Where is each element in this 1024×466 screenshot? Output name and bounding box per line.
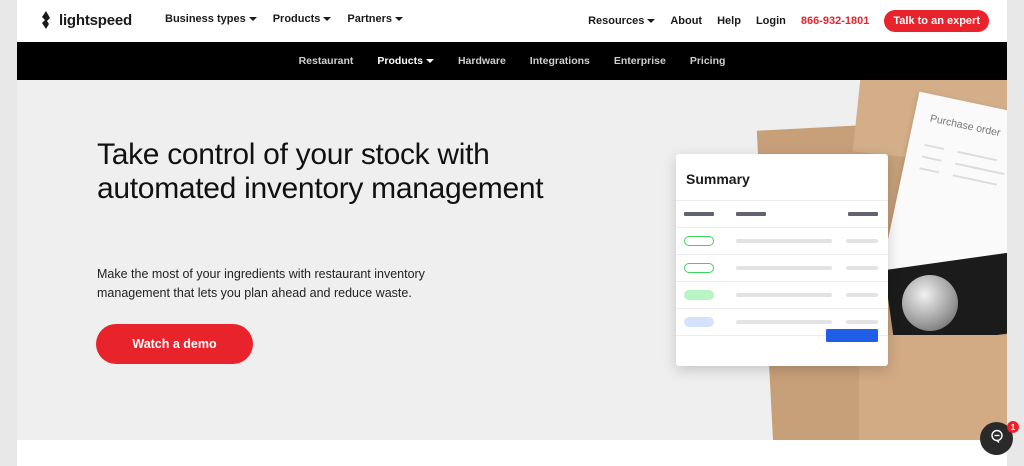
nav-partners[interactable]: Partners xyxy=(347,13,404,25)
summary-action-button[interactable] xyxy=(826,329,878,342)
flame-icon xyxy=(39,11,53,29)
scale-knob xyxy=(902,275,958,331)
summary-header-bar xyxy=(736,212,766,216)
nav-primary: Business types Products Partners xyxy=(165,13,404,25)
subnav-restaurant[interactable]: Restaurant xyxy=(299,55,354,67)
chat-bubble-icon xyxy=(990,429,1004,448)
subnav-pricing[interactable]: Pricing xyxy=(690,55,726,67)
summary-card: Summary xyxy=(676,154,888,366)
row-bar xyxy=(846,320,878,324)
summary-divider xyxy=(676,254,888,255)
subnav-integrations[interactable]: Integrations xyxy=(530,55,590,67)
row-bar xyxy=(736,266,832,270)
hero-section: Take control of your stock with automate… xyxy=(17,80,1007,440)
status-pill xyxy=(684,290,714,300)
doc-line xyxy=(955,162,1005,175)
nav-about[interactable]: About xyxy=(670,15,702,27)
row-bar xyxy=(846,293,878,297)
doc-line xyxy=(957,150,998,162)
talk-to-expert-button[interactable]: Talk to an expert xyxy=(884,10,989,32)
chevron-down-icon xyxy=(323,17,332,21)
subnav-enterprise[interactable]: Enterprise xyxy=(614,55,666,67)
row-bar xyxy=(846,266,878,270)
nav-login[interactable]: Login xyxy=(756,15,786,27)
watch-demo-button[interactable]: Watch a demo xyxy=(96,324,253,364)
row-bar xyxy=(736,239,832,243)
status-pill xyxy=(684,317,714,327)
chevron-down-icon xyxy=(395,17,404,21)
nav-products[interactable]: Products xyxy=(273,13,332,25)
nav-help[interactable]: Help xyxy=(717,15,741,27)
doc-line xyxy=(924,143,945,150)
nav-partners-label: Partners xyxy=(347,13,393,25)
nav-secondary: Resources About Help Login 866-932-1801 … xyxy=(588,10,989,32)
doc-line xyxy=(952,174,997,186)
nav-business-types[interactable]: Business types xyxy=(165,13,257,25)
subnav-products-label: Products xyxy=(377,55,423,67)
chevron-down-icon xyxy=(248,17,257,21)
top-nav: lightspeed Business types Products Partn… xyxy=(17,0,1007,42)
doc-line xyxy=(921,155,942,162)
summary-header-bar xyxy=(848,212,878,216)
chevron-down-icon xyxy=(425,59,434,63)
purchase-order-label: Purchase order xyxy=(928,112,1002,140)
subnav-products[interactable]: Products xyxy=(377,55,434,67)
summary-header-bar xyxy=(684,212,714,216)
sub-nav: Restaurant Products Hardware Integration… xyxy=(17,42,1007,80)
summary-divider xyxy=(676,308,888,309)
summary-divider xyxy=(676,200,888,201)
hero-description: Make the most of your ingredients with r… xyxy=(97,267,425,300)
nav-business-types-label: Business types xyxy=(165,13,246,25)
row-bar xyxy=(846,239,878,243)
nav-products-label: Products xyxy=(272,13,321,25)
chat-notification-badge: 1 xyxy=(1007,421,1019,433)
nav-resources[interactable]: Resources xyxy=(588,15,656,27)
doc-line xyxy=(919,167,940,174)
row-bar xyxy=(736,320,832,324)
summary-divider xyxy=(676,227,888,228)
nav-resources-label: Resources xyxy=(588,15,645,27)
page: lightspeed Business types Products Partn… xyxy=(17,0,1007,466)
row-bar xyxy=(736,293,832,297)
summary-divider xyxy=(676,281,888,282)
lightspeed-logo[interactable]: lightspeed xyxy=(39,11,132,29)
hero-title: Take control of your stock with automate… xyxy=(97,138,544,205)
subnav-hardware[interactable]: Hardware xyxy=(458,55,506,67)
status-pill xyxy=(684,236,714,246)
phone-link[interactable]: 866-932-1801 xyxy=(801,15,870,27)
brand-name: lightspeed xyxy=(59,11,133,29)
status-pill xyxy=(684,263,714,273)
summary-title: Summary xyxy=(686,171,750,187)
chevron-down-icon xyxy=(647,19,656,23)
